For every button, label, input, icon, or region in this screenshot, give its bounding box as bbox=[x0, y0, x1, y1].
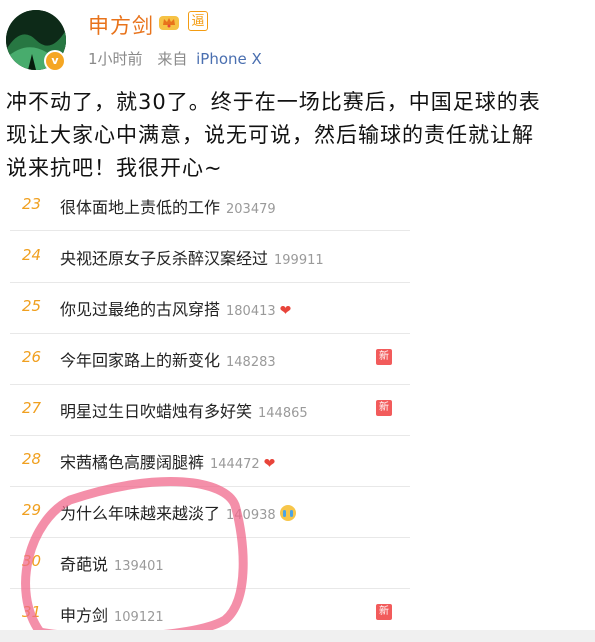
trending-count: 180413 bbox=[226, 304, 276, 319]
trending-title: 央视还原女子反杀醉汉案经过 199911 bbox=[60, 245, 324, 269]
trending-count: 109121 bbox=[114, 610, 164, 625]
weibo-post-screen: v 申方剑 逼 1小时前 来自 iPhone X 冲不动了，就30了。终于在一场… bbox=[0, 0, 595, 642]
trending-row[interactable]: 27 明星过生日吹蜡烛有多好笑 144865 新 bbox=[10, 384, 410, 436]
trending-rank: 29 bbox=[22, 501, 42, 519]
trending-title-text: 宋茜橘色高腰阔腿裤 bbox=[60, 453, 205, 472]
post-line: 说来抗吧！我很开心~ bbox=[6, 156, 223, 180]
trending-rank: 26 bbox=[22, 348, 42, 366]
trending-count: 140938 bbox=[226, 508, 276, 523]
trending-title-text: 央视还原女子反杀醉汉案经过 bbox=[60, 249, 269, 268]
new-badge: 新 bbox=[376, 400, 392, 416]
trending-count: 139401 bbox=[114, 559, 164, 574]
trending-title: 很体面地上责低的工作 203479 bbox=[60, 194, 276, 218]
trending-count: 144472 bbox=[210, 457, 260, 472]
bottom-bar bbox=[0, 630, 595, 642]
source-prefix: 来自 bbox=[157, 50, 188, 68]
trending-title: 奇葩说 139401 bbox=[60, 551, 164, 575]
trending-row-partial: 23 很体面地上责低的工作 203479 bbox=[10, 190, 410, 231]
trending-count: 203479 bbox=[226, 202, 276, 217]
post-line: 现让大家心中满意，说无可说，然后输球的责任就让解 bbox=[6, 123, 534, 147]
trending-title-text: 为什么年味越来越淡了 bbox=[60, 504, 221, 523]
post-line: 冲不动了，就30了。终于在一场比赛后，中国足球的表 bbox=[6, 90, 541, 114]
heart-icon: ❤ bbox=[263, 456, 276, 472]
trending-row[interactable]: 24 央视还原女子反杀醉汉案经过 199911 bbox=[10, 231, 410, 283]
trending-title: 今年回家路上的新变化 148283 bbox=[60, 347, 276, 371]
trending-rank: 23 bbox=[22, 195, 42, 213]
trending-count: 148283 bbox=[226, 355, 276, 370]
heart-icon: ❤ bbox=[279, 303, 292, 319]
trending-rank: 25 bbox=[22, 297, 42, 315]
trending-row[interactable]: 28 宋茜橘色高腰阔腿裤 144472 ❤ bbox=[10, 435, 410, 487]
trending-count: 144865 bbox=[258, 406, 308, 421]
trending-row[interactable]: 29 为什么年味越来越淡了 140938 bbox=[10, 486, 410, 538]
trending-title-text: 明星过生日吹蜡烛有多好笑 bbox=[60, 402, 253, 421]
crying-face-icon bbox=[279, 505, 296, 521]
member-badge-icon[interactable]: 逼 bbox=[188, 11, 208, 31]
post-meta: 1小时前 来自 iPhone X bbox=[88, 48, 262, 69]
trending-rank: 28 bbox=[22, 450, 42, 468]
trending-title-text: 很体面地上责低的工作 bbox=[60, 198, 221, 217]
trending-rank: 27 bbox=[22, 399, 42, 417]
trending-rank: 30 bbox=[22, 552, 42, 570]
trending-title-text: 今年回家路上的新变化 bbox=[60, 351, 221, 370]
trending-title-text: 奇葩说 bbox=[60, 555, 109, 574]
trending-title-text: 申方剑 bbox=[60, 606, 109, 625]
post-time: 1小时前 bbox=[88, 50, 143, 68]
trending-row[interactable]: 26 今年回家路上的新变化 148283 新 bbox=[10, 333, 410, 385]
trending-title: 为什么年味越来越淡了 140938 bbox=[60, 500, 296, 524]
new-badge: 新 bbox=[376, 604, 392, 620]
crown-icon[interactable] bbox=[158, 13, 180, 31]
trending-row[interactable]: 30 奇葩说 139401 bbox=[10, 537, 410, 589]
post-header: v 申方剑 逼 1小时前 来自 iPhone X bbox=[0, 0, 595, 80]
new-badge: 新 bbox=[376, 349, 392, 365]
source-device-link[interactable]: iPhone X bbox=[196, 50, 262, 68]
post-text: 冲不动了，就30了。终于在一场比赛后，中国足球的表 现让大家心中满意，说无可说，… bbox=[6, 86, 595, 185]
trending-rank: 31 bbox=[22, 603, 42, 621]
verified-badge-icon: v bbox=[44, 50, 66, 72]
trending-title: 申方剑 109121 bbox=[60, 602, 164, 626]
trending-title-text: 你见过最绝的古风穿搭 bbox=[60, 300, 221, 319]
username[interactable]: 申方剑 bbox=[88, 10, 154, 40]
trending-rank: 24 bbox=[22, 246, 42, 264]
trending-title: 宋茜橘色高腰阔腿裤 144472 ❤ bbox=[60, 449, 275, 473]
trending-title: 明星过生日吹蜡烛有多好笑 144865 bbox=[60, 398, 308, 422]
trending-count: 199911 bbox=[274, 253, 324, 268]
trending-row[interactable]: 25 你见过最绝的古风穿搭 180413 ❤ bbox=[10, 282, 410, 334]
trending-title: 你见过最绝的古风穿搭 180413 ❤ bbox=[60, 296, 291, 320]
